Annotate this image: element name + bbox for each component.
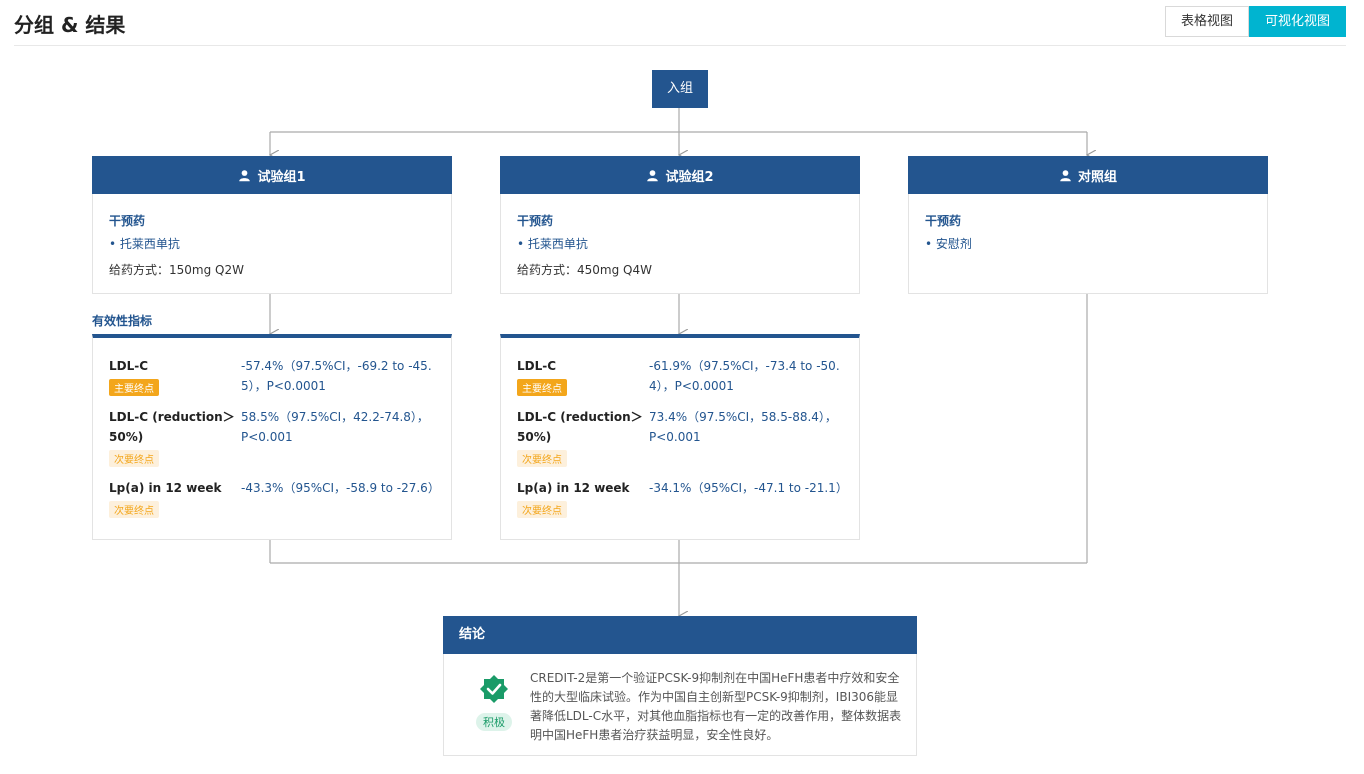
metric-value: -34.1%（95%CI，-47.1 to -21.1） [649,481,848,495]
drug-item: • 托莱西单抗 [109,237,180,251]
metric-name: LDL-C [109,359,149,373]
metric-row: LDL-C 主要终点 -57.4%（97.5%CI，-69.2 to -45.5… [109,356,435,397]
metric-name: LDL-C [517,359,557,373]
primary-endpoint-badge: 主要终点 [109,379,159,396]
intervention-title: 干预药 [517,214,554,228]
verified-check-icon [480,675,508,703]
user-icon [239,169,251,181]
metric-value: 73.4%（97.5%CI，58.5-88.4），P<0.001 [649,410,837,444]
metric-value: -43.3%（95%CI，-58.9 to -27.6） [241,481,440,495]
intervention-title: 干预药 [925,214,962,228]
secondary-endpoint-badge: 次要终点 [517,501,567,518]
efficacy-card-1: LDL-C 主要终点 -57.4%（97.5%CI，-69.2 to -45.5… [92,334,452,540]
metric-row: Lp(a) in 12 week 次要终点 -34.1%（95%CI，-47.1… [517,478,848,519]
metric-name: LDL-C (reduction＞50%) [517,410,643,444]
dosing-text: 给药方式：450mg Q4W [517,263,652,277]
conclusion-text: CREDIT-2是第一个验证PCSK-9抑制剂在中国HeFH患者中疗效和安全性的… [530,671,902,742]
group-2-header: 试验组2 [500,156,860,194]
metric-name: Lp(a) in 12 week [517,481,630,495]
group-2-body: 干预药 • 托莱西单抗 给药方式：450mg Q4W [500,194,860,294]
drug-item: • 安慰剂 [925,237,972,251]
metric-row: LDL-C 主要终点 -61.9%（97.5%CI，-73.4 to -50.4… [517,356,843,397]
metric-row: LDL-C (reduction＞50%) 次要终点 58.5%（97.5%CI… [109,407,435,468]
secondary-endpoint-badge: 次要终点 [109,501,159,518]
primary-endpoint-badge: 主要终点 [517,379,567,396]
group-1-body: 干预药 • 托莱西单抗 给药方式：150mg Q2W [92,194,452,294]
enroll-node: 入组 [652,70,708,108]
conclusion-header: 结论 [443,616,917,654]
metric-name: LDL-C (reduction＞50%) [109,410,235,444]
efficacy-label: 有效性指标 [92,314,153,328]
group-1-header: 试验组1 [92,156,452,194]
control-group-header: 对照组 [908,156,1268,194]
metric-row: Lp(a) in 12 week 次要终点 -43.3%（95%CI，-58.9… [109,478,440,519]
metric-row: LDL-C (reduction＞50%) 次要终点 73.4%（97.5%CI… [517,407,843,468]
drug-item: • 托莱西单抗 [517,237,588,251]
secondary-endpoint-badge: 次要终点 [109,450,159,467]
group-1-name: 试验组1 [257,169,306,185]
secondary-endpoint-badge: 次要终点 [517,450,567,467]
control-group-name: 对照组 [1077,169,1117,185]
metric-value: 58.5%（97.5%CI，42.2-74.8），P<0.001 [241,410,429,444]
intervention-title: 干预药 [109,214,146,228]
group-2-name: 试验组2 [665,169,714,185]
conclusion-badge: 积极 [474,674,514,731]
user-icon [1060,169,1071,181]
dosing-text: 给药方式：150mg Q2W [109,263,244,277]
efficacy-card-2: LDL-C 主要终点 -61.9%（97.5%CI，-73.4 to -50.4… [500,334,860,540]
metric-value: -61.9%（97.5%CI，-73.4 to -50.4），P<0.0001 [649,359,840,393]
positive-tag: 积极 [476,713,512,731]
metric-value: -57.4%（97.5%CI，-69.2 to -45.5），P<0.0001 [241,359,432,393]
control-group-body: 干预药 • 安慰剂 [908,194,1268,294]
conclusion-body: 积极 CREDIT-2是第一个验证PCSK-9抑制剂在中国HeFH患者中疗效和安… [443,654,917,756]
metric-name: Lp(a) in 12 week [109,481,222,495]
user-icon [647,169,659,181]
